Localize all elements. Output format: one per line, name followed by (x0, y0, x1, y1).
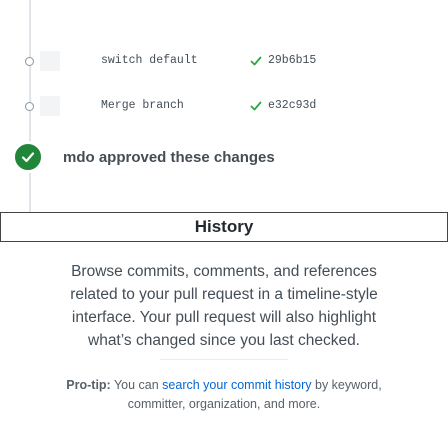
protip-line: Pro-tip: You can search your commit hist… (0, 376, 448, 395)
search-commit-history-link[interactable]: search your commit history (162, 378, 311, 392)
commit-sha-link[interactable]: 29b6b15 (268, 54, 316, 67)
description-line: what’s changed since you last checked. (88, 332, 360, 349)
commit-status: 29b6b15 (250, 54, 316, 67)
description-line: interface. Your pull request will also h… (71, 309, 377, 326)
commit-dot-icon (25, 102, 34, 111)
review-text: mdo approved these changes (63, 149, 275, 166)
avatar[interactable] (40, 96, 60, 116)
commit-row: switch default 29b6b15 (0, 46, 448, 76)
divider (160, 359, 288, 360)
protip-text: by keyword, (311, 378, 382, 392)
avatar[interactable] (40, 51, 60, 71)
check-icon[interactable] (250, 100, 262, 112)
history-description: Browse commits, comments, and references… (0, 260, 448, 352)
protip-line: committer, organization, and more. (127, 397, 321, 411)
description-line: Browse commits, comments, and references (71, 263, 377, 280)
commit-status: e32c93d (250, 99, 316, 112)
commit-sha-link[interactable]: e32c93d (268, 99, 316, 112)
commit-dot-icon (25, 57, 34, 66)
commit-message-link[interactable]: Merge branch (101, 99, 184, 112)
history-header: History (0, 212, 448, 242)
check-icon[interactable] (250, 55, 262, 67)
review-event: mdo approved these changes (0, 141, 448, 177)
approved-badge (12, 141, 44, 173)
protip-label: Pro-tip: (66, 378, 111, 392)
history-title: History (194, 217, 254, 236)
protip-text: You can (110, 378, 163, 392)
commit-message-link[interactable]: switch default (101, 54, 198, 67)
check-icon (21, 152, 35, 163)
commit-row: Merge branch e32c93d (0, 91, 448, 121)
protip: Pro-tip: You can search your commit hist… (0, 376, 448, 414)
description-line: related to your pull request in a timeli… (70, 286, 378, 303)
